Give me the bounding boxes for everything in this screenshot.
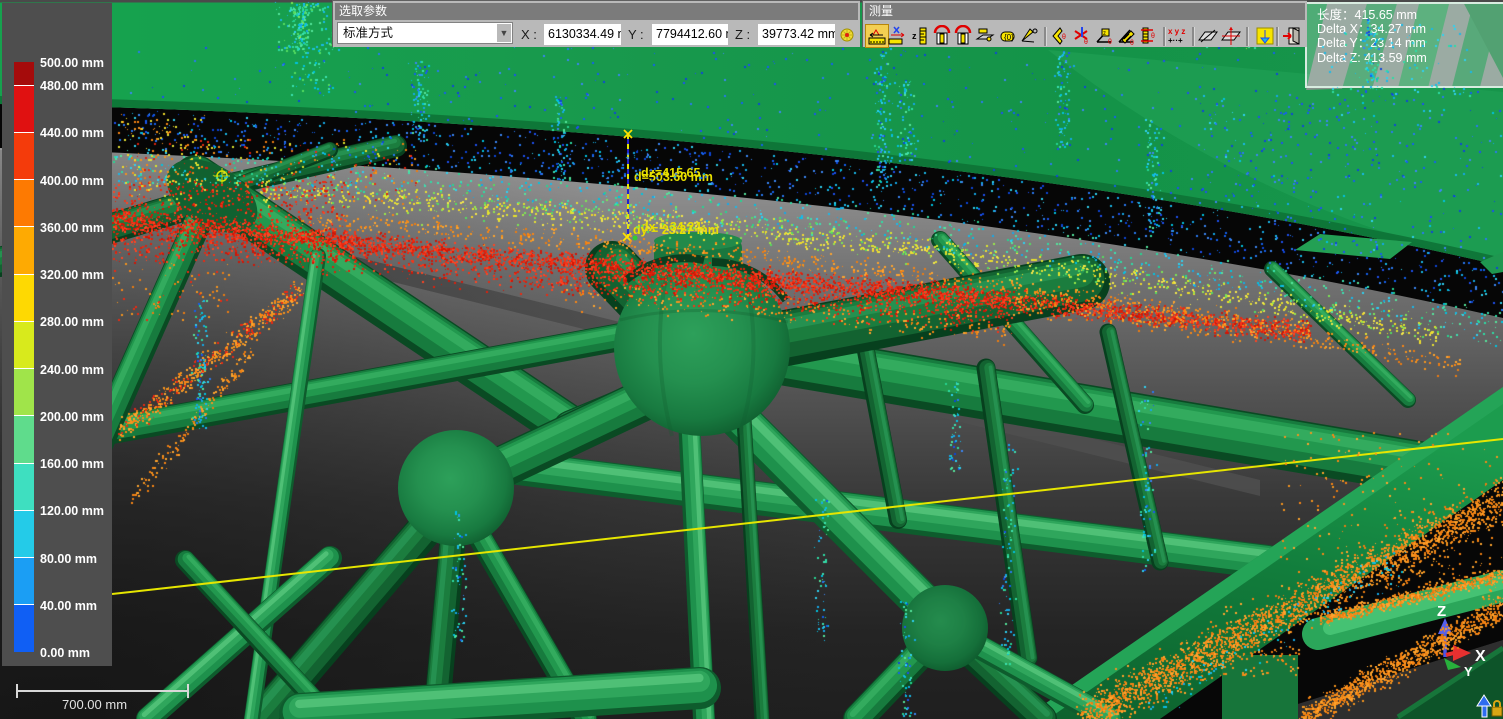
svg-text:{0}: {0} xyxy=(1004,33,1014,42)
svg-text:θ: θ xyxy=(1084,39,1088,46)
svg-text:z: z xyxy=(1103,31,1106,37)
svg-text:θ: θ xyxy=(1062,34,1066,41)
svg-text:+··+: +··+ xyxy=(1168,36,1183,45)
svg-text:θ: θ xyxy=(1108,39,1112,46)
svg-text:x y z: x y z xyxy=(1168,27,1185,36)
svg-text:z: z xyxy=(912,31,917,41)
svg-text:dx = 34.24: dx = 34.24 xyxy=(641,220,701,234)
svg-text:θ: θ xyxy=(1130,40,1134,47)
svg-text:θ: θ xyxy=(1151,33,1155,40)
svg-text:Y: Y xyxy=(1464,664,1473,679)
svg-text:dz=415.65: dz=415.65 xyxy=(641,166,700,180)
svg-text:Z: Z xyxy=(1437,603,1446,620)
svg-text:700.00 mm: 700.00 mm xyxy=(62,697,127,712)
svg-text:X: X xyxy=(1475,648,1486,665)
